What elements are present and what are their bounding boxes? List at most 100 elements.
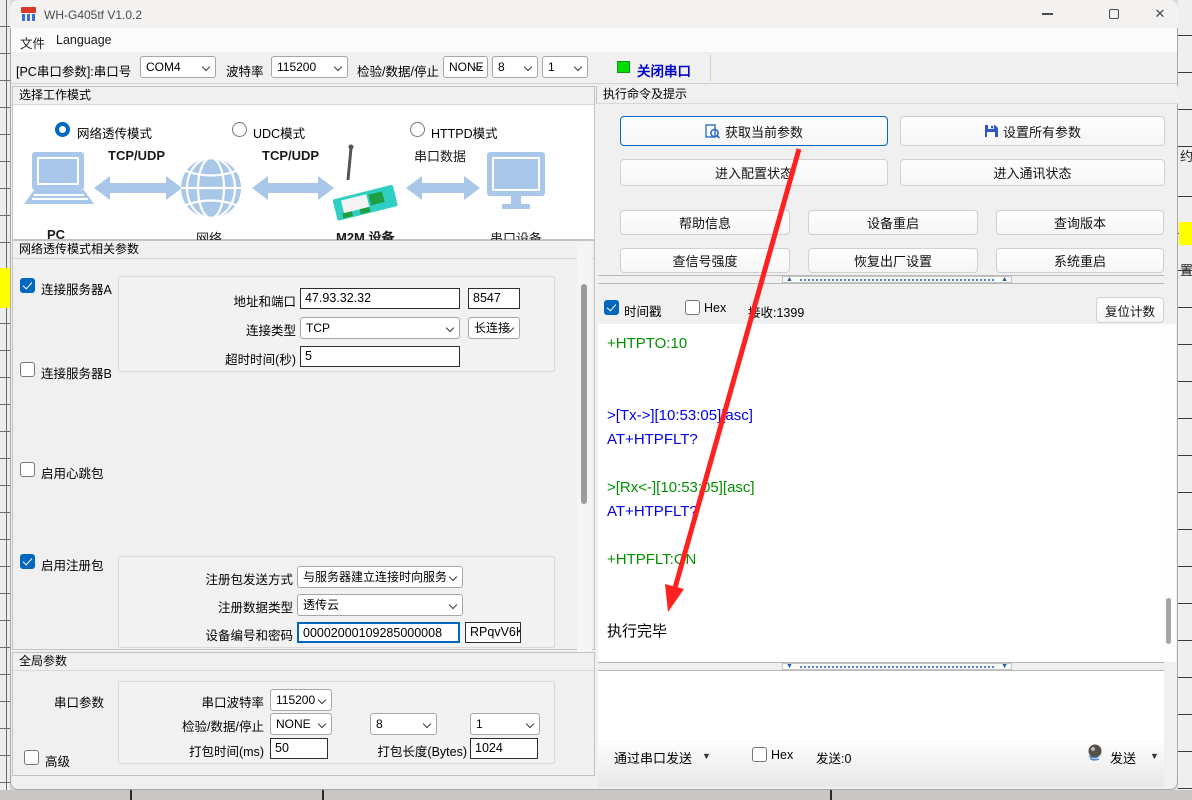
sent-label: 发送: — [816, 752, 844, 766]
close-button[interactable]: ✕ — [1137, 0, 1183, 28]
data-type-select[interactable]: 透传云 — [297, 594, 463, 616]
system-reboot-button[interactable]: 系统重启 — [996, 248, 1164, 273]
send-splitter[interactable]: ▼▼ — [598, 662, 1164, 671]
recv-counter: 接收:1399 — [748, 302, 804, 321]
device-reboot-button[interactable]: 设备重启 — [808, 210, 978, 235]
log-line — [607, 452, 1162, 476]
title-bar — [10, 0, 1178, 28]
close-port-button[interactable]: 关闭串口 — [637, 60, 691, 80]
serial-params-label: 串口参数 — [54, 692, 104, 711]
enter-comm-button[interactable]: 进入通讯状态 — [900, 159, 1165, 186]
arrow-mid-icon — [252, 176, 334, 200]
timeout-input[interactable]: 5 — [300, 346, 460, 367]
conn-mode-select[interactable]: 长连接 — [468, 317, 520, 339]
global-stopbits-select[interactable]: 1 — [470, 713, 540, 735]
advanced-label: 高级 — [45, 751, 70, 770]
factory-reset-button[interactable]: 恢复出厂设置 — [808, 248, 978, 273]
menu-bar — [11, 28, 1177, 52]
command-panel-title: 执行命令及提示 — [596, 86, 1178, 104]
minimize-button[interactable] — [1024, 0, 1070, 28]
parity-label: 检验/数据/停止 — [357, 61, 439, 80]
send-caret-icon[interactable]: ▼ — [1150, 751, 1159, 761]
pc-icon — [24, 152, 94, 204]
global-baud-select[interactable]: 115200 — [270, 689, 332, 711]
pack-time-label: 打包时间(ms) — [108, 741, 264, 760]
log-output[interactable]: +HTPTO:10>[Tx->][10:53:05][asc]AT+HTPFLT… — [598, 324, 1162, 662]
send-splitter-handle[interactable]: ▼▼ — [782, 663, 1012, 670]
log-splitter[interactable]: ▲▲ — [598, 275, 1164, 284]
enter-config-label: 进入配置状态 — [715, 163, 793, 182]
radio-httpd-mode[interactable] — [410, 122, 425, 137]
conn-type-select[interactable]: TCP — [300, 317, 460, 339]
maximize-icon — [1109, 9, 1119, 19]
server-b-checkbox[interactable] — [20, 362, 35, 377]
timestamp-checkbox[interactable] — [604, 300, 619, 315]
server-a-label: 连接服务器A — [41, 279, 112, 298]
log-line: 执行完毕 — [607, 620, 1162, 644]
send-text-area[interactable] — [598, 671, 1164, 738]
device-id-label: 设备编号和密码 — [137, 625, 293, 644]
serial-device-icon — [487, 152, 545, 209]
send-via-dropdown[interactable]: 通过串口发送 — [614, 748, 692, 767]
com-port-select[interactable]: COM4 — [140, 56, 216, 78]
help-button[interactable]: 帮助信息 — [620, 210, 790, 235]
toolbar-separator — [710, 55, 711, 81]
device-id-input[interactable]: 00002000109285000008 — [297, 622, 460, 643]
enter-comm-label: 进入通讯状态 — [993, 163, 1071, 182]
send-via-caret-icon[interactable]: ▼ — [702, 751, 711, 761]
heartbeat-checkbox[interactable] — [20, 462, 35, 477]
global-databits-select[interactable]: 8 — [370, 713, 437, 735]
global-parity-select[interactable]: NONE — [270, 713, 332, 735]
send-button[interactable]: 发送 — [1110, 748, 1136, 767]
splitter-dots — [800, 279, 994, 281]
set-params-button[interactable]: 设置所有参数 — [900, 116, 1165, 146]
send-mode-select[interactable]: 与服务器建立连接时向服务 — [297, 566, 463, 588]
global-params-title: 全局参数 — [13, 653, 594, 671]
background-bottom-mark — [830, 790, 832, 800]
reset-count-button[interactable]: 复位计数 — [1096, 297, 1164, 323]
link2-label: TCP/UDP — [262, 148, 319, 163]
splitter-up-icon: ▲ — [998, 276, 1011, 283]
parity-select[interactable]: NONE — [443, 56, 488, 78]
recv-count: 1399 — [776, 306, 804, 320]
get-params-label: 获取当前参数 — [725, 122, 803, 141]
stopbits-select[interactable]: 1 — [542, 56, 588, 78]
server-port-input[interactable]: 8547 — [468, 288, 520, 309]
get-params-button[interactable]: 获取当前参数 — [620, 116, 888, 146]
send-hex-checkbox[interactable] — [752, 747, 767, 762]
log-hex-checkbox[interactable] — [685, 300, 700, 315]
sent-counter: 发送:0 — [816, 748, 851, 767]
log-scrollbar-thumb[interactable] — [1166, 598, 1171, 644]
device-password-input[interactable]: RPqvV6K — [465, 622, 521, 643]
timeout-label: 超时时间(秒) — [140, 349, 296, 368]
enter-config-button[interactable]: 进入配置状态 — [620, 159, 888, 186]
heartbeat-label: 启用心跳包 — [41, 463, 104, 482]
server-addr-input[interactable]: 47.93.32.32 — [300, 288, 460, 309]
app-logo-icon — [20, 7, 37, 22]
server-a-checkbox[interactable] — [20, 278, 35, 293]
set-params-label: 设置所有参数 — [1003, 122, 1081, 141]
pack-len-label: 打包长度(Bytes) — [340, 741, 467, 760]
left-scrollbar-thumb[interactable] — [581, 284, 587, 504]
databits-select[interactable]: 8 — [492, 56, 538, 78]
log-splitter-handle[interactable]: ▲▲ — [782, 276, 1012, 283]
menu-language[interactable]: Language — [50, 29, 118, 51]
background-bottom-mark — [130, 790, 132, 800]
register-checkbox[interactable] — [20, 554, 35, 569]
pack-time-input[interactable]: 50 — [270, 738, 328, 759]
splitter-dots — [800, 666, 994, 668]
radio-udc-mode[interactable] — [232, 122, 247, 137]
pack-len-input[interactable]: 1024 — [470, 738, 538, 759]
background-right-yellow-cell — [1179, 222, 1192, 245]
signal-strength-button[interactable]: 查信号强度 — [620, 248, 790, 273]
close-icon: ✕ — [1155, 6, 1166, 22]
link1-label: TCP/UDP — [108, 148, 165, 163]
radio-transparent-mode[interactable] — [55, 122, 70, 137]
background-partial-char: 置 — [1180, 260, 1192, 279]
baud-select[interactable]: 115200 — [271, 56, 348, 78]
log-line: AT+HTPFLT? — [607, 428, 1162, 452]
advanced-checkbox[interactable] — [24, 750, 39, 765]
maximize-button[interactable] — [1091, 0, 1137, 28]
menu-language-label: Language — [50, 29, 118, 51]
query-version-button[interactable]: 查询版本 — [996, 210, 1164, 235]
